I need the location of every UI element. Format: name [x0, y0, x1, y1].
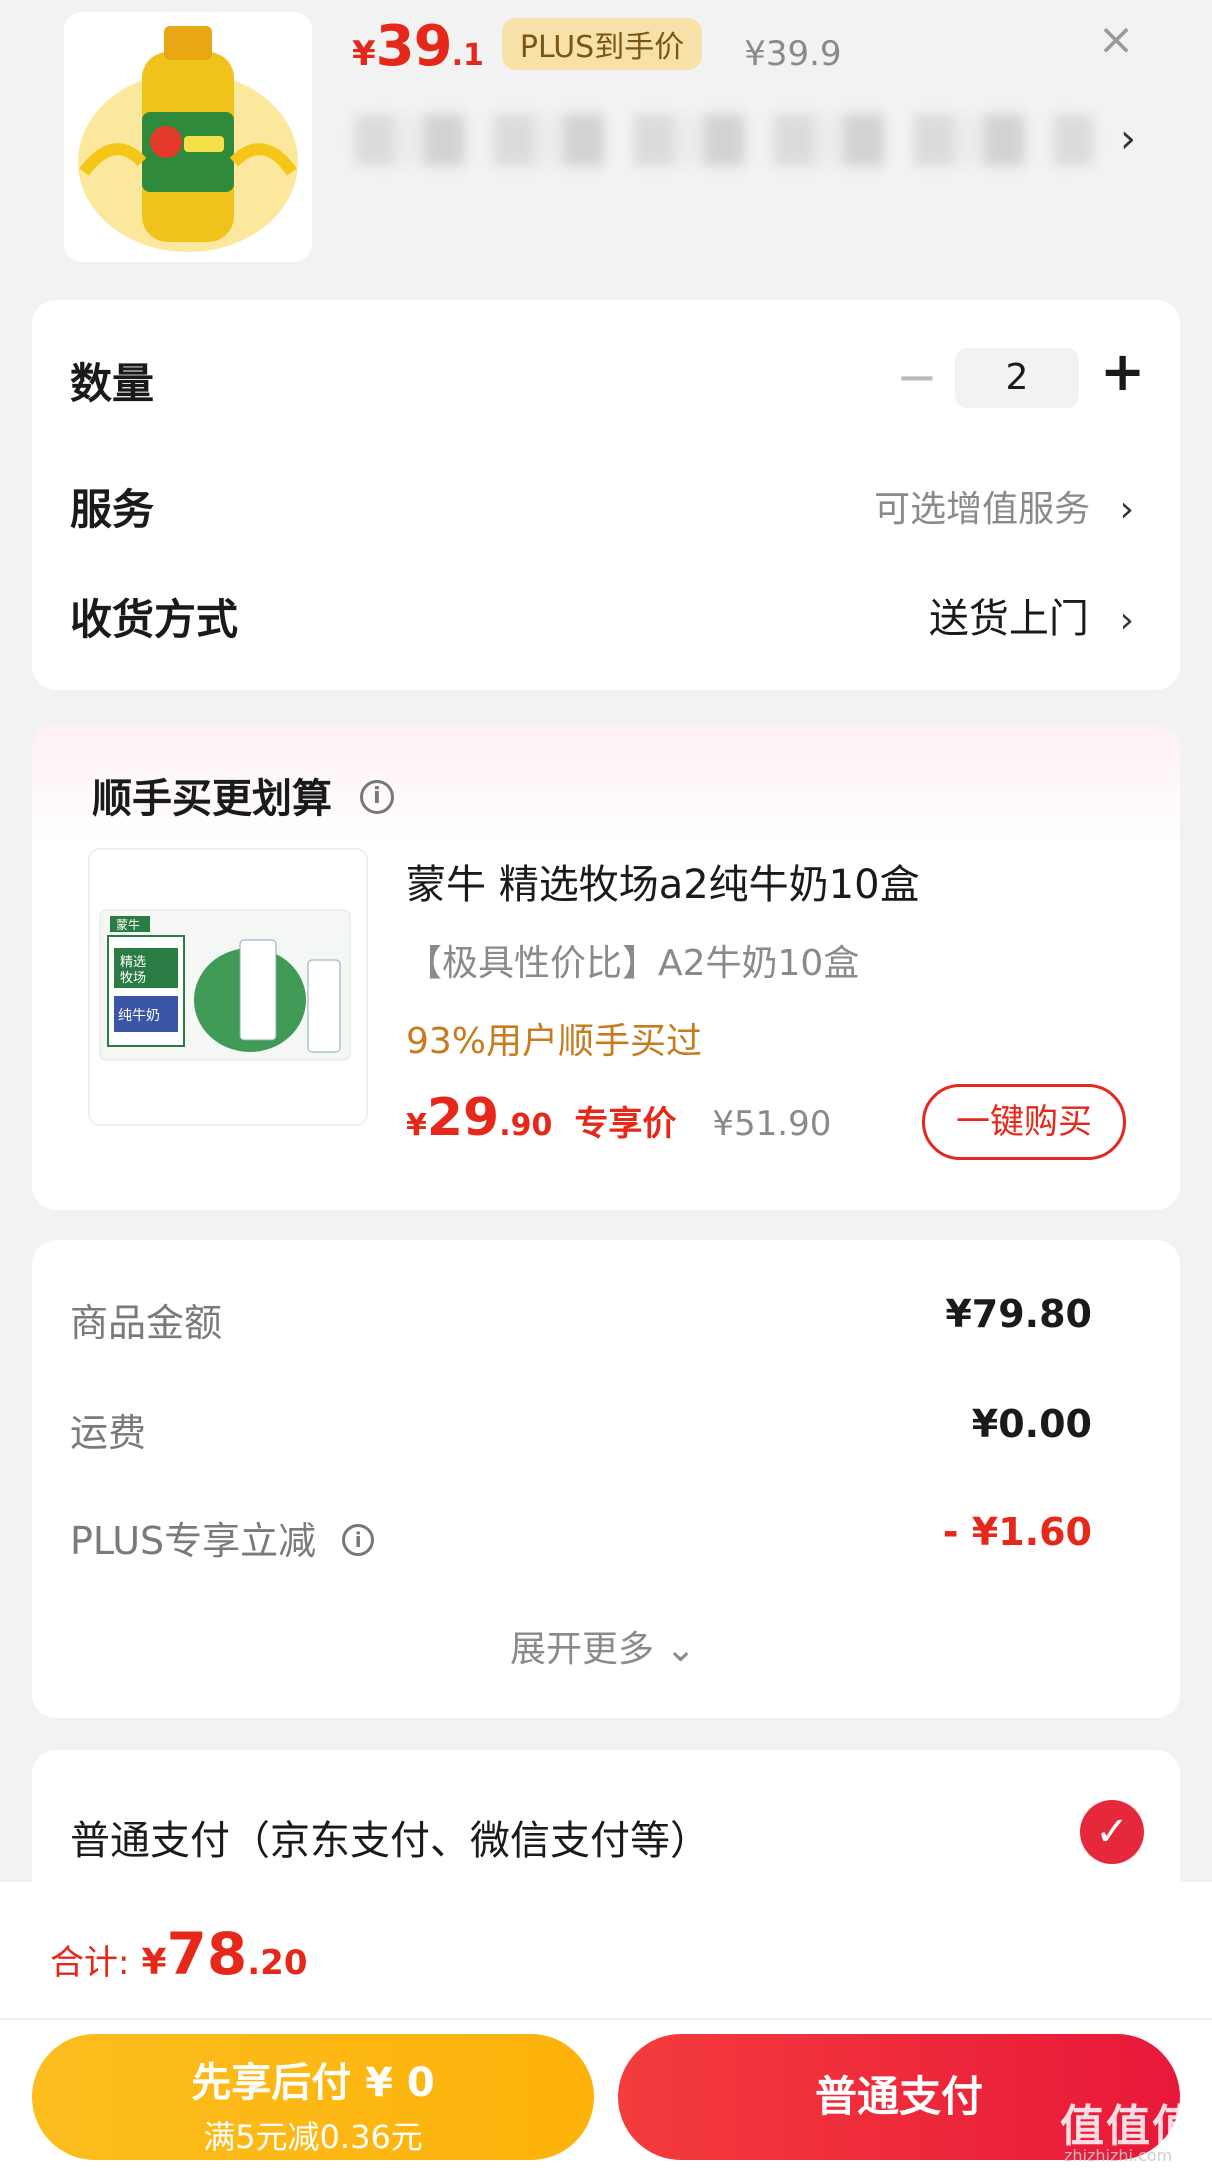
- shipping-label: 收货方式: [70, 595, 239, 644]
- service-label: 服务: [70, 485, 155, 534]
- bundle-title-text: 顺手买更划算: [92, 776, 332, 822]
- close-icon[interactable]: ×: [1096, 18, 1136, 62]
- bundle-item-desc: 【极具性价比】A2牛奶10盒: [406, 943, 860, 984]
- price-integer: 39: [375, 14, 453, 79]
- quantity-minus-button[interactable]: −: [896, 348, 938, 406]
- goods-amount-value: ¥79.80: [945, 1292, 1092, 1336]
- quantity-plus-button[interactable]: +: [1100, 340, 1145, 403]
- pay-later-promo: 满5元减0.36元: [203, 2118, 423, 2156]
- plus-discount-text: PLUS专享立减: [70, 1519, 317, 1563]
- oil-bottle-image: [64, 12, 312, 262]
- chevron-right-icon: ›: [1119, 600, 1134, 641]
- quantity-input[interactable]: 2: [955, 348, 1079, 408]
- bundle-item-image[interactable]: 蒙牛 精选 牧场 纯牛奶: [88, 848, 368, 1126]
- plus-discount-value: - ¥1.60: [942, 1510, 1092, 1554]
- plus-price-tag: PLUS到手价: [501, 18, 703, 70]
- milk-thumb-line3: 纯牛奶: [118, 1008, 160, 1024]
- service-value: 可选增值服务: [874, 489, 1091, 530]
- product-price: ¥ 39 .1 PLUS到手价 ¥39.9: [352, 14, 842, 79]
- shipping-value: 送货上门: [928, 596, 1089, 642]
- service-selector[interactable]: 可选增值服务 ›: [874, 480, 1134, 532]
- pay-later-button[interactable]: 先享后付 ¥ 0 满5元减0.36元: [32, 2034, 594, 2160]
- check-icon[interactable]: ✓: [1080, 1800, 1144, 1864]
- watermark-url: zhizhizhi.com: [1064, 2146, 1173, 2165]
- total-integer: 78: [166, 1920, 248, 1988]
- original-price: ¥39.9: [744, 34, 842, 74]
- milk-box-image: 蒙牛 精选 牧场 纯牛奶: [90, 850, 366, 1124]
- watermark-logo: 值值值: [1060, 2101, 1198, 2152]
- price-symbol: ¥: [406, 1108, 427, 1143]
- chevron-right-icon[interactable]: ›: [1120, 116, 1136, 162]
- info-icon[interactable]: i: [359, 780, 394, 814]
- shipping-selector[interactable]: 送货上门 ›: [929, 586, 1134, 644]
- freight-value: ¥0.00: [971, 1402, 1092, 1446]
- bundle-item-social-proof: 93%用户顺手买过: [406, 1021, 703, 1062]
- milk-thumb-line1: 精选: [120, 955, 146, 970]
- product-image[interactable]: [64, 12, 312, 262]
- total-symbol: ¥: [141, 1942, 167, 1983]
- blurred-product-title: [354, 114, 1094, 166]
- price-symbol: ¥: [352, 34, 376, 74]
- milk-thumb-line2: 牧场: [120, 971, 146, 986]
- price-decimal: .90: [499, 1108, 553, 1143]
- bundle-item-price: ¥ 29 .90 专享价 ¥51.90: [406, 1088, 831, 1148]
- quantity-label: 数量: [70, 359, 155, 408]
- price-decimal: .1: [451, 38, 484, 73]
- info-icon[interactable]: i: [342, 1523, 375, 1556]
- plus-discount-label: PLUS专享立减 i: [70, 1510, 375, 1565]
- total-decimal: .20: [247, 1943, 308, 1983]
- chevron-right-icon: ›: [1119, 489, 1134, 530]
- goods-amount-label: 商品金额: [70, 1301, 223, 1345]
- divider: [0, 2018, 1212, 2020]
- payment-method-label: 普通支付（京东支付、微信支付等）: [70, 1818, 710, 1864]
- expand-more-button[interactable]: 展开更多 ⌄: [510, 1620, 696, 1672]
- total-label: 合计:: [50, 1943, 130, 1983]
- original-price: ¥51.90: [712, 1104, 832, 1144]
- bundle-item-name[interactable]: 蒙牛 精选牧场a2纯牛奶10盒: [406, 852, 920, 910]
- order-total: 合计: ¥ 78 .20: [50, 1920, 307, 1988]
- freight-label: 运费: [70, 1411, 147, 1455]
- pay-later-label: 先享后付 ¥ 0: [191, 2060, 435, 2106]
- price-integer: 29: [426, 1088, 500, 1148]
- exclusive-price-tag: 专享价: [574, 1104, 677, 1144]
- one-click-buy-button[interactable]: 一键购买: [922, 1084, 1126, 1160]
- bundle-title: 顺手买更划算 i: [92, 766, 394, 824]
- milk-thumb-brand: 蒙牛: [116, 917, 140, 932]
